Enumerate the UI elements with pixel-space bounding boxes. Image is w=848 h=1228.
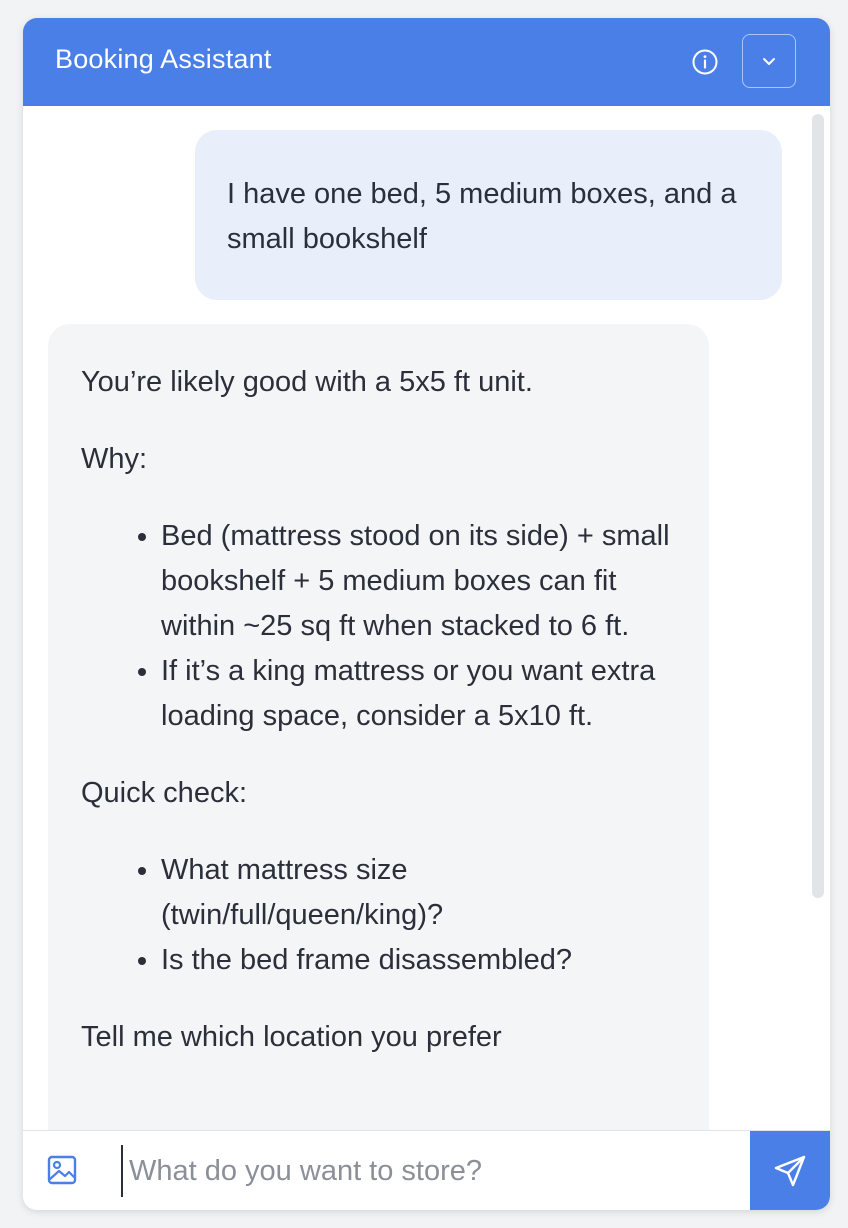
chevron-down-icon: [763, 58, 775, 65]
info-button[interactable]: [691, 48, 719, 76]
chat-widget: Booking Assistant I have one bed, 5 medi…: [23, 18, 830, 1210]
scrollbar[interactable]: [812, 114, 824, 898]
why-heading: Why:: [81, 443, 148, 475]
list-item: Bed (mattress stood on its side) + small…: [161, 514, 676, 649]
assistant-message: You’re likely good with a 5x5 ft unit. W…: [48, 324, 709, 1130]
check-list: What mattress size (twin/full/queen/king…: [81, 848, 676, 983]
assistant-closing: Tell me which location you prefer: [81, 1021, 502, 1053]
user-message-text: I have one bed, 5 medium boxes, and a sm…: [227, 178, 737, 255]
image-icon: [47, 1155, 77, 1185]
chat-title: Booking Assistant: [55, 44, 272, 74]
list-item: Is the bed frame disassembled?: [161, 938, 676, 983]
user-message: I have one bed, 5 medium boxes, and a sm…: [195, 130, 782, 300]
info-icon: [692, 49, 718, 75]
list-item: If it’s a king mattress or you want extr…: [161, 649, 676, 739]
composer: [23, 1130, 830, 1210]
assistant-intro: You’re likely good with a 5x5 ft unit.: [81, 366, 533, 398]
send-button[interactable]: [750, 1131, 830, 1210]
why-list: Bed (mattress stood on its side) + small…: [81, 514, 676, 739]
chat-header: Booking Assistant: [23, 18, 830, 106]
attach-image-button[interactable]: [45, 1153, 79, 1187]
message-list[interactable]: I have one bed, 5 medium boxes, and a sm…: [23, 106, 830, 1130]
message-input[interactable]: [121, 1145, 739, 1197]
collapse-button[interactable]: [742, 34, 796, 88]
send-icon: [774, 1155, 806, 1187]
check-heading: Quick check:: [81, 777, 247, 809]
list-item: What mattress size (twin/full/queen/king…: [161, 848, 676, 938]
